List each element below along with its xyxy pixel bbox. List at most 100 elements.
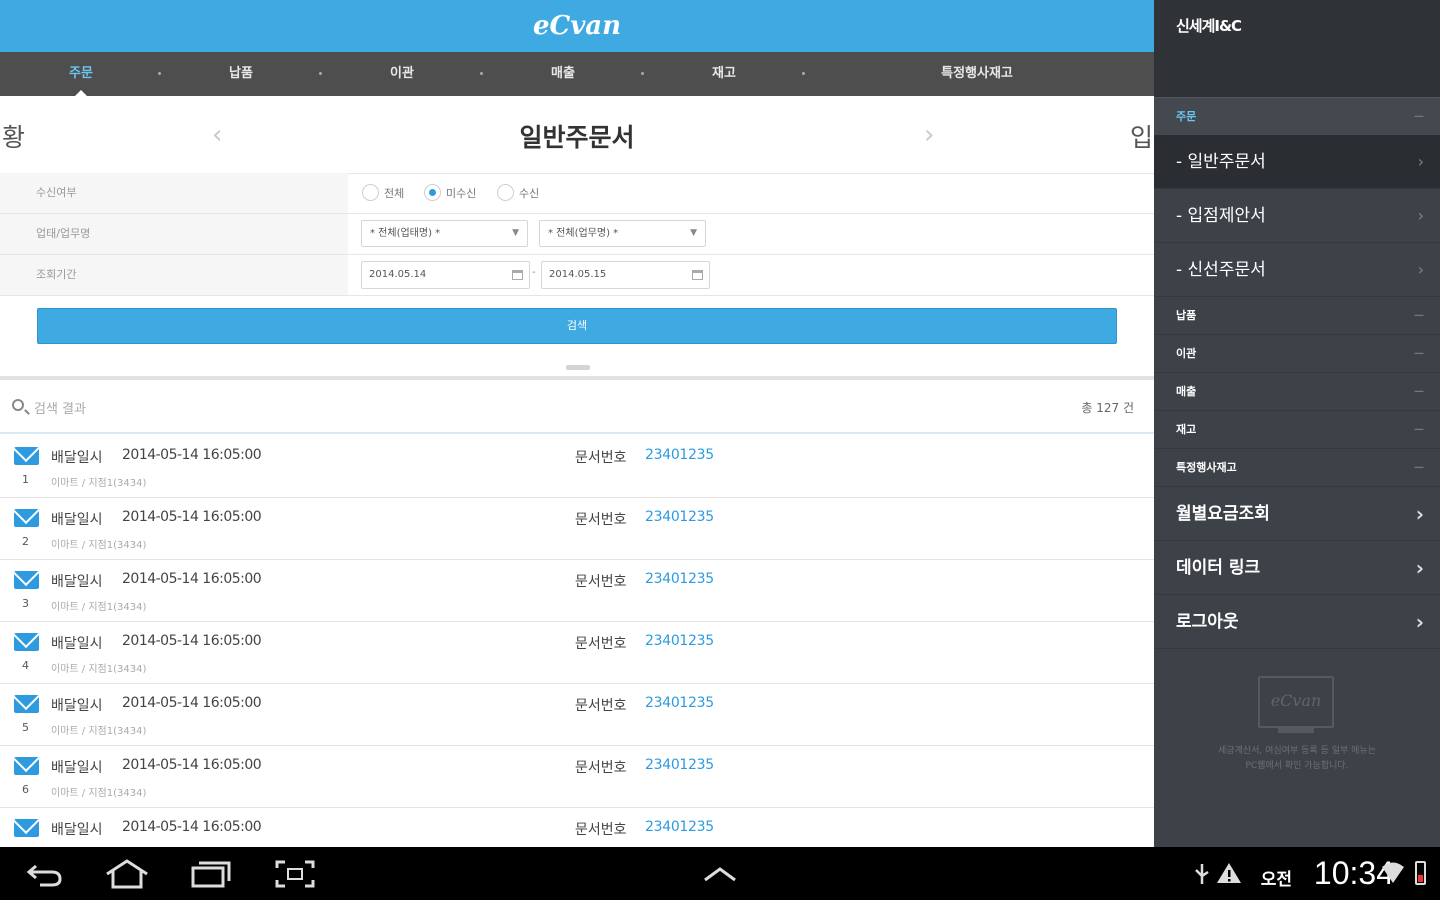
main-content: eCvan 주문 납품 이관 매출 재고 특정행사재고 황 ‹ 일반주문서 › … — [0, 0, 1154, 847]
table-row[interactable]: 7배달일시2014-05-14 16:05:00이마트 / 지점1(3434)문… — [0, 808, 1154, 847]
menu-item-label: 데이터 링크 — [1176, 558, 1261, 578]
nav-separator — [802, 72, 805, 75]
monitor-stand — [1278, 728, 1314, 733]
expand-icon: — — [1414, 348, 1424, 359]
delivery-label: 배달일시 — [51, 822, 103, 838]
mail-icon — [14, 571, 39, 589]
filter-label-period: 조회기간 — [0, 255, 348, 295]
menu-item-entry-proposal[interactable]: - 입점제안서 › — [1154, 189, 1440, 243]
menu-item-event-inventory[interactable]: 특정행사재고 — — [1154, 449, 1440, 487]
expand-icon: — — [1414, 462, 1424, 473]
nav-item-transfer[interactable]: 이관 — [390, 52, 414, 96]
radio-label: 미수신 — [446, 186, 477, 200]
store-info: 이마트 / 지점1(3434) — [51, 540, 147, 551]
menu-item-transfer[interactable]: 이관 — — [1154, 335, 1440, 373]
table-row[interactable]: 6 배달일시 2014-05-14 16:05:00 이마트 / 지점1(3434) 문… — [0, 746, 1154, 808]
row-number: 5 — [22, 721, 29, 734]
doc-number-link[interactable]: 23401235 — [645, 447, 714, 463]
chevron-up-icon[interactable] — [702, 865, 738, 883]
warning-icon — [1217, 863, 1241, 883]
filter-row-receive: 수신여부 전체 미수신 수신 — [0, 173, 1154, 214]
radio-all[interactable]: 전체 — [362, 184, 404, 201]
system-nav-bar: 오전 10:34 — [0, 847, 1440, 900]
menu-item-delivery[interactable]: 납품 — — [1154, 297, 1440, 335]
delivery-label: 배달일시 — [51, 636, 103, 652]
next-page-peek[interactable]: 입 — [1130, 118, 1153, 154]
menu-item-fresh-order[interactable]: - 신선주문서 › — [1154, 243, 1440, 297]
menu-item-monthly-fee[interactable]: 월별요금조회 › — [1154, 487, 1440, 541]
note-line: 세금계산서, 여심여부 등록 등 일부 메뉴는 — [1218, 746, 1376, 756]
doc-number-link[interactable]: 23401235 — [645, 819, 714, 835]
doc-number-label: 문서번호 — [575, 574, 627, 590]
doc-number-link[interactable]: 23401235 — [645, 509, 714, 525]
menu-item-label: 월별요금조회 — [1176, 504, 1270, 524]
table-row[interactable]: 2 배달일시 2014-05-14 16:05:00 이마트 / 지점1(3434) 문… — [0, 498, 1154, 560]
chevron-right-icon: › — [1415, 556, 1424, 580]
chevron-right-icon: › — [1415, 502, 1424, 526]
nav-item-event-inventory[interactable]: 특정행사재고 — [941, 52, 1013, 96]
doc-number-label: 문서번호 — [575, 698, 627, 714]
menu-item-general-order[interactable]: - 일반주문서 › — [1154, 135, 1440, 189]
table-row[interactable]: 4 배달일시 2014-05-14 16:05:00 이마트 / 지점1(3434) 문… — [0, 622, 1154, 684]
company-name: 신세계I&C — [1154, 0, 1440, 97]
menu-item-label: 재고 — [1176, 423, 1197, 436]
row-number: 4 — [22, 659, 29, 672]
partner-type-select[interactable]: * 전체(업태명) * ▼ — [361, 220, 528, 247]
radio-received[interactable]: 수신 — [497, 184, 539, 201]
page-title-bar: 황 ‹ 일반주문서 › 입 — [0, 96, 1154, 174]
menu-item-label: 특정행사재고 — [1176, 461, 1237, 474]
nav-separator — [641, 72, 644, 75]
table-row[interactable]: 1 배달일시 2014-05-14 16:05:00 이마트 / 지점1(3434) 문… — [0, 436, 1154, 498]
doc-number-label: 문서번호 — [575, 450, 627, 466]
nav-item-sales[interactable]: 매출 — [551, 52, 575, 96]
menu-item-logout[interactable]: 로그아웃 › — [1154, 595, 1440, 649]
radio-unreceived[interactable]: 미수신 — [424, 184, 476, 201]
filter-row-partner: 업태/업무명 * 전체(업태명) * ▼ * 전체(업무명) * ▼ — [0, 214, 1154, 255]
screenshot-icon[interactable] — [274, 859, 316, 889]
doc-number-link[interactable]: 23401235 — [645, 633, 714, 649]
menu-category-order[interactable]: 주문 — — [1154, 97, 1440, 135]
menu-item-data-link[interactable]: 데이터 링크 › — [1154, 541, 1440, 595]
chevron-right-icon[interactable]: › — [924, 122, 934, 148]
doc-number-label: 문서번호 — [575, 512, 627, 528]
nav-separator — [319, 72, 322, 75]
store-info: 이마트 / 지점1(3434) — [51, 664, 147, 675]
partner-name-select[interactable]: * 전체(업무명) * ▼ — [539, 220, 706, 247]
menu-item-sales[interactable]: 매출 — — [1154, 373, 1440, 411]
delivery-datetime: 2014-05-14 16:05:00 — [122, 509, 262, 525]
delivery-label: 배달일시 — [51, 512, 103, 528]
calendar-icon — [692, 270, 703, 280]
chevron-right-icon: › — [1417, 152, 1424, 171]
recent-apps-icon[interactable] — [190, 859, 232, 889]
menu-item-label: 로그아웃 — [1176, 612, 1239, 632]
mail-icon — [14, 757, 39, 775]
nav-item-delivery[interactable]: 납품 — [229, 52, 253, 96]
delivery-datetime: 2014-05-14 16:05:00 — [122, 695, 262, 711]
drag-handle[interactable] — [566, 365, 590, 370]
mail-icon — [14, 633, 39, 651]
doc-number-link[interactable]: 23401235 — [645, 757, 714, 773]
date-to-input[interactable]: 2014.05.15 — [541, 261, 710, 289]
back-icon[interactable] — [26, 860, 64, 888]
radio-label: 수신 — [519, 186, 540, 200]
table-row[interactable]: 5 배달일시 2014-05-14 16:05:00 이마트 / 지점1(3434) 문… — [0, 684, 1154, 746]
delivery-datetime: 2014-05-14 16:05:00 — [122, 633, 262, 649]
table-row[interactable]: 3 배달일시 2014-05-14 16:05:00 이마트 / 지점1(3434) 문… — [0, 560, 1154, 622]
mail-icon — [14, 819, 39, 837]
app-header: eCvan — [0, 0, 1154, 52]
date-from-input[interactable]: 2014.05.14 — [361, 261, 530, 289]
collapse-icon: — — [1414, 111, 1424, 122]
doc-number-link[interactable]: 23401235 — [645, 571, 714, 587]
select-value: * 전체(업무명) * — [548, 228, 619, 239]
home-icon[interactable] — [104, 858, 150, 890]
menu-item-inventory[interactable]: 재고 — — [1154, 411, 1440, 449]
results-label: 검색 결과 — [34, 402, 86, 417]
search-button[interactable]: 검색 — [37, 308, 1117, 344]
nav-item-inventory[interactable]: 재고 — [712, 52, 736, 96]
menu-category-label: 주문 — [1176, 110, 1197, 123]
note-line: PC웹에서 확인 가능합니다. — [1245, 761, 1349, 771]
usb-icon — [1195, 864, 1209, 884]
chevron-right-icon: › — [1417, 260, 1424, 279]
menu-item-label: - 입점제안서 — [1176, 206, 1266, 226]
doc-number-link[interactable]: 23401235 — [645, 695, 714, 711]
